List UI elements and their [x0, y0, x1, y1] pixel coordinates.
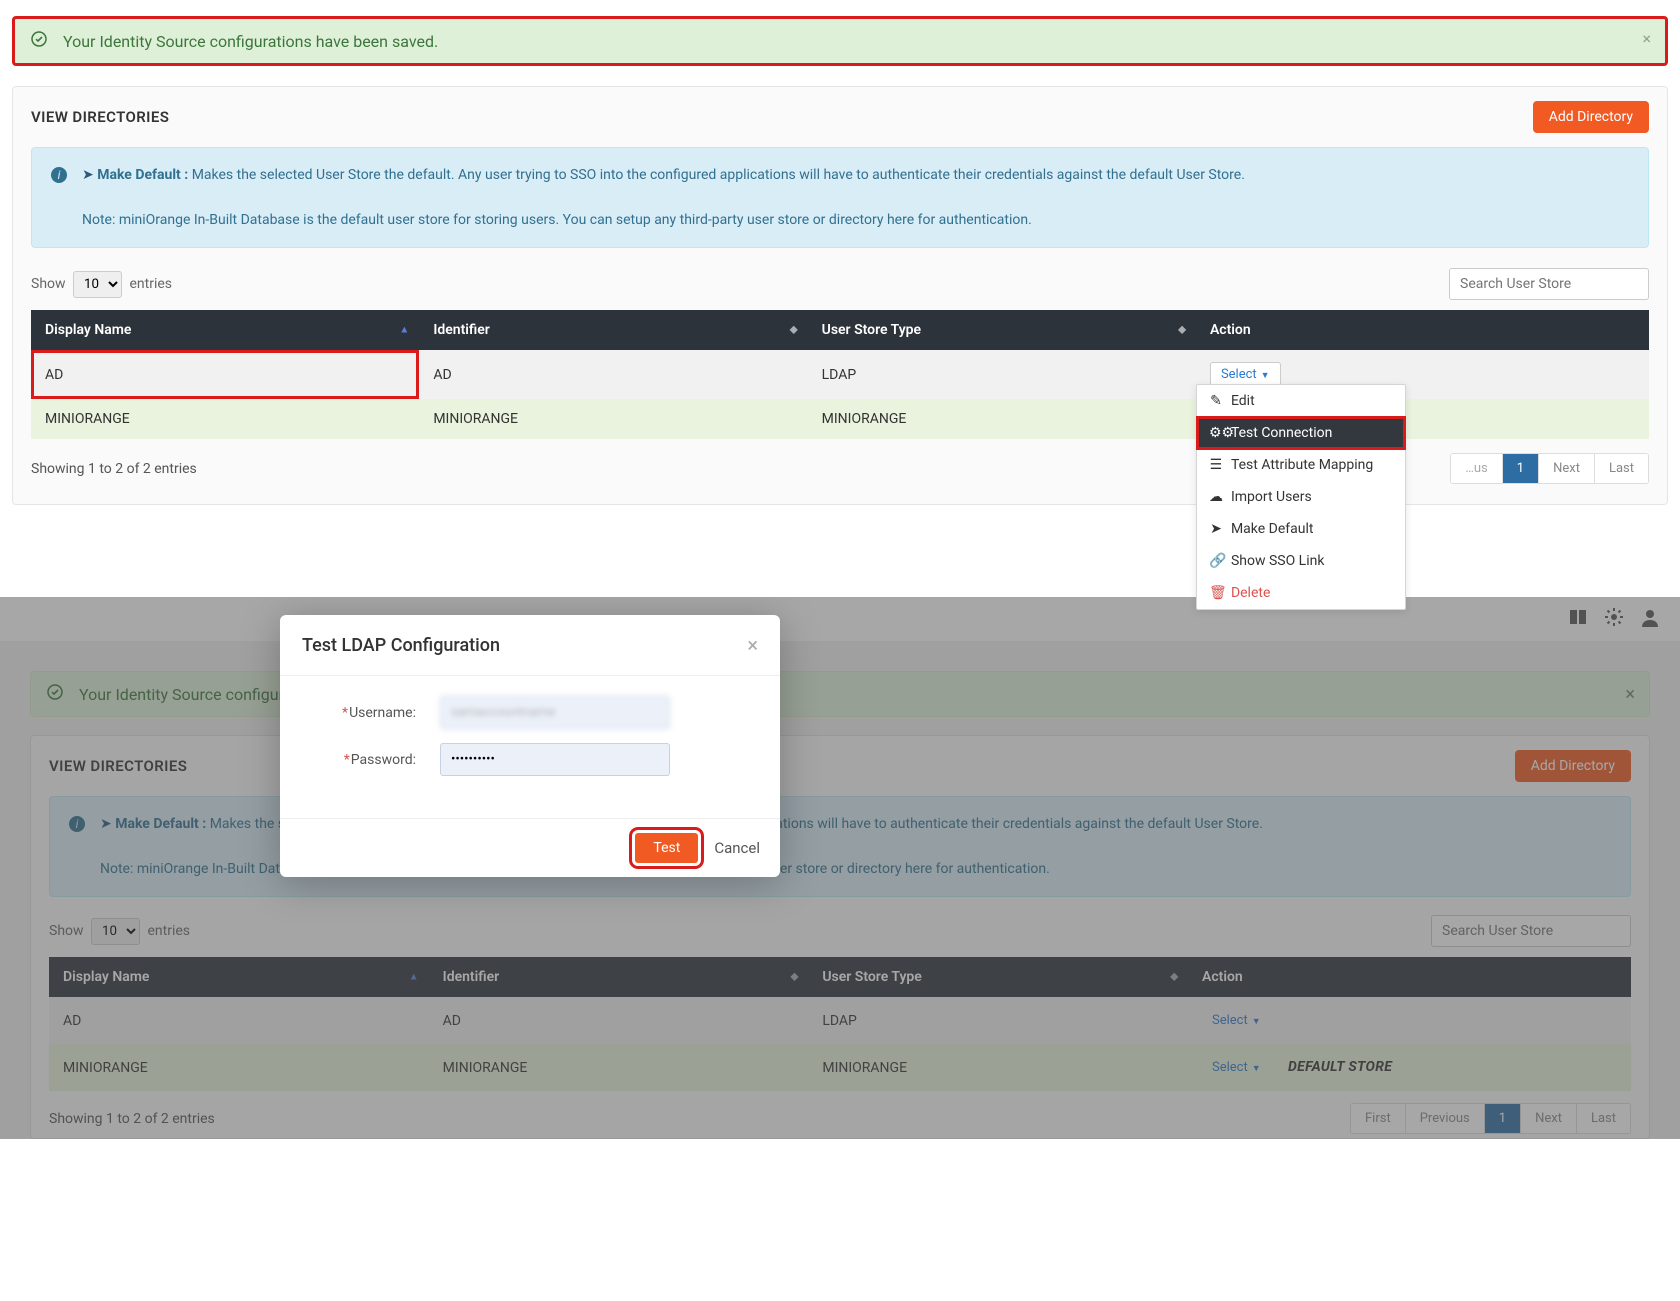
edit-icon: ✎	[1209, 393, 1223, 409]
dropdown-edit[interactable]: ✎ Edit	[1197, 385, 1405, 417]
cell-user-store-type: LDAP	[808, 350, 1196, 399]
modal-title: Test LDAP Configuration	[302, 635, 500, 656]
col-action: Action	[1196, 310, 1649, 350]
table-row: MINIORANGE MINIORANGE MINIORANGE	[31, 399, 1649, 439]
alert-message: Your Identity Source configurations have…	[63, 32, 438, 51]
cell-identifier: AD	[419, 350, 807, 399]
dropdown-test-attribute[interactable]: ☰ Test Attribute Mapping	[1197, 449, 1405, 481]
table-row: AD AD LDAP Select▼ ✎ Edit	[31, 350, 1649, 399]
dropdown-test-connection[interactable]: ⚙⚙ Test Connection	[1197, 417, 1405, 449]
pager-next[interactable]: Next	[1538, 454, 1594, 483]
pager-page-1[interactable]: 1	[1502, 454, 1538, 483]
pager-last[interactable]: Last	[1594, 454, 1648, 483]
alert-close-button[interactable]: ×	[1642, 29, 1651, 48]
cell-display-name: AD	[31, 350, 419, 399]
dropdown-make-default[interactable]: ➤ Make Default	[1197, 513, 1405, 545]
dropdown-import-users[interactable]: ☁ Import Users	[1197, 481, 1405, 513]
link-icon: 🔗	[1209, 553, 1223, 569]
pointer-icon: ➤	[82, 167, 94, 183]
search-input[interactable]	[1449, 268, 1649, 300]
success-alert: Your Identity Source configurations have…	[12, 16, 1668, 66]
add-directory-button[interactable]: Add Directory	[1533, 101, 1649, 133]
showing-text: Showing 1 to 2 of 2 entries	[31, 461, 197, 477]
sort-asc-icon: ▲	[399, 325, 409, 336]
info-note: Note: miniOrange In-Built Database is th…	[82, 212, 1032, 228]
cogs-icon: ⚙⚙	[1209, 425, 1223, 441]
col-identifier[interactable]: Identifier ◆	[419, 310, 807, 350]
pointer-icon: ➤	[1209, 521, 1223, 537]
test-ldap-modal: Test LDAP Configuration × *Username: *Pa…	[280, 615, 780, 877]
sort-icon: ◆	[1178, 325, 1186, 336]
cell-display-name: MINIORANGE	[31, 399, 419, 439]
svg-text:i: i	[58, 168, 61, 182]
dropdown-show-sso-link[interactable]: 🔗 Show SSO Link	[1197, 545, 1405, 577]
cell-identifier: MINIORANGE	[419, 399, 807, 439]
trash-icon: 🗑	[1209, 585, 1223, 601]
modal-close-button[interactable]: ×	[747, 633, 758, 657]
cloud-download-icon: ☁	[1209, 489, 1223, 505]
sort-icon: ◆	[790, 325, 798, 336]
password-label: *Password:	[310, 752, 440, 768]
entries-label: entries	[130, 276, 173, 292]
pager-prev-trunc[interactable]: …us	[1451, 454, 1502, 483]
cell-user-store-type: MINIORANGE	[808, 399, 1196, 439]
page-size-select[interactable]: 10	[73, 271, 122, 298]
panel-title: VIEW DIRECTORIES	[31, 108, 169, 126]
caret-down-icon: ▼	[1261, 371, 1270, 381]
dropdown-delete[interactable]: 🗑 Delete	[1197, 577, 1405, 609]
show-label: Show	[31, 276, 66, 292]
directories-panel: VIEW DIRECTORIES Add Directory i ➤ Make …	[12, 86, 1668, 505]
username-field[interactable]	[440, 696, 670, 729]
test-button[interactable]: Test	[635, 833, 698, 863]
cell-action: Select▼ ✎ Edit ⚙⚙ Test Connection	[1196, 350, 1649, 399]
action-dropdown-menu: ✎ Edit ⚙⚙ Test Connection ☰ Test Attribu…	[1196, 384, 1406, 610]
col-user-store-type[interactable]: User Store Type ◆	[808, 310, 1196, 350]
col-display-name[interactable]: Display Name ▲	[31, 310, 419, 350]
cancel-button[interactable]: Cancel	[714, 839, 760, 857]
make-default-text: Makes the selected User Store the defaul…	[192, 167, 1245, 183]
password-field[interactable]	[440, 743, 670, 776]
sliders-icon: ☰	[1209, 457, 1223, 473]
modal-overlay[interactable]	[0, 597, 1680, 1139]
make-default-label: Make Default :	[97, 167, 188, 183]
username-label: *Username:	[310, 705, 440, 721]
check-circle-icon	[31, 31, 47, 51]
info-box: i ➤ Make Default : Makes the selected Us…	[31, 147, 1649, 248]
pager: …us 1 Next Last	[1450, 453, 1649, 484]
directories-table: Display Name ▲ Identifier ◆ User Store T…	[31, 310, 1649, 439]
info-icon: i	[50, 166, 68, 191]
